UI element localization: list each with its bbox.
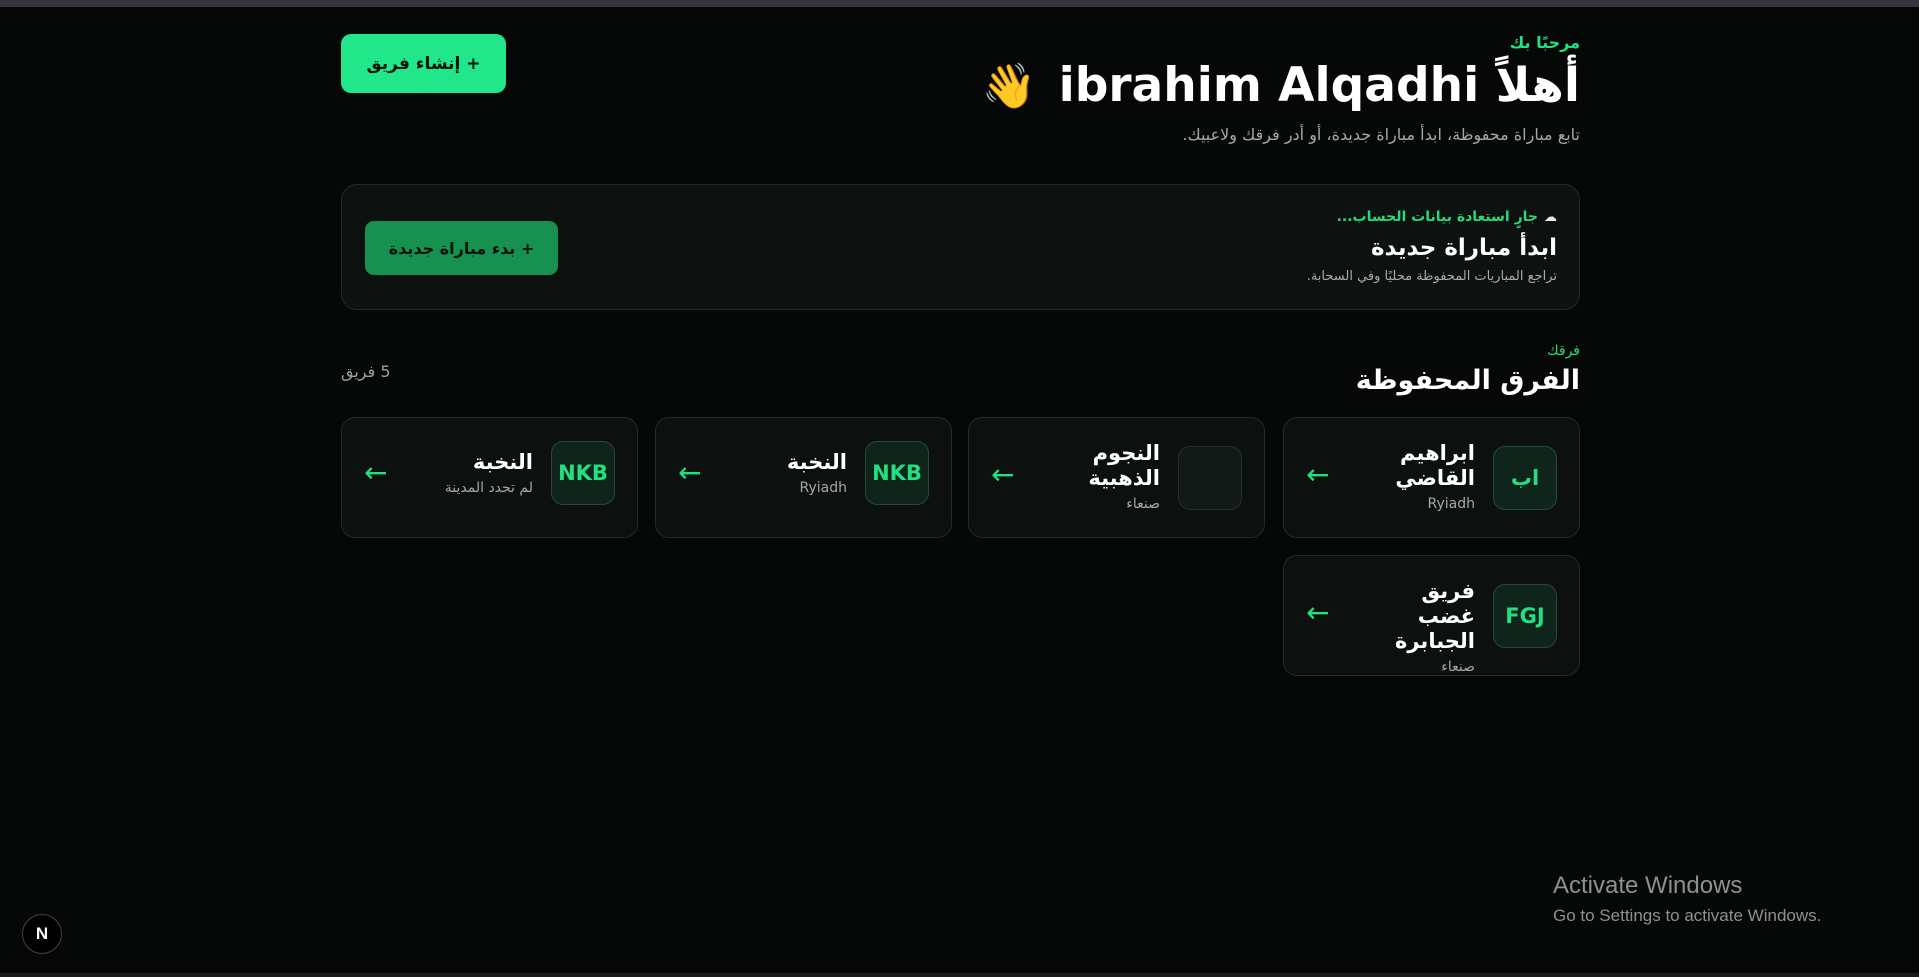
team-city: صنعاء [1441,659,1475,675]
team-info: النخبة لم تحدد المدينة [423,450,533,496]
teams-title: الفرق المحفوظة [1355,365,1580,396]
team-card[interactable]: اب ابراهيم القاضي Ryiadh ← [1283,417,1580,538]
watermark-title: Activate Windows [1553,872,1743,899]
restore-status: ☁ جارٍ استعادة بيانات الحساب... [1307,209,1557,225]
arrow-left-icon: ← [991,458,1015,491]
dev-tools-badge[interactable]: N [22,914,62,954]
team-badge [1178,446,1242,510]
arrow-left-icon: ← [1306,458,1330,491]
arrow-left-icon: ← [678,456,702,489]
team-badge: NKB [551,441,615,505]
team-card[interactable]: FGJ فريق غضب الجبابرة صنعاء ← [1283,555,1580,676]
team-name: النخبة [472,450,533,474]
arrow-left-icon: ← [1306,596,1330,629]
start-new-match-button[interactable]: + بدء مباراة جديدة [365,221,558,275]
team-card[interactable]: النجوم الذهبية صنعاء ← [968,417,1265,538]
team-city: لم تحدد المدينة [444,480,533,496]
team-badge: NKB [865,441,929,505]
team-city: صنعاء [1126,496,1160,512]
welcome-header: مرحبًا بك أهلاً ibrahim Alqadhi 👋 تابع م… [981,33,1580,144]
greeting-text: أهلاً ibrahim Alqadhi [1058,58,1580,113]
team-badge: اب [1493,446,1557,510]
greeting-title: أهلاً ibrahim Alqadhi 👋 [981,58,1580,115]
teams-eyebrow: فرقك [1547,343,1580,359]
arrow-left-icon: ← [364,456,388,489]
bottom-bar [0,973,1919,977]
create-team-button[interactable]: + إنشاء فريق [341,34,506,93]
team-name: فريق غضب الجبابرة [1394,579,1475,653]
new-match-texts: ☁ جارٍ استعادة بيانات الحساب... ابدأ مبار… [1307,209,1557,284]
new-match-card: ☁ جارٍ استعادة بيانات الحساب... ابدأ مبار… [341,184,1580,310]
welcome-eyebrow: مرحبًا بك [1509,33,1580,52]
team-info: النخبة Ryiadh [737,450,847,496]
team-city: Ryiadh [1427,496,1475,512]
team-card[interactable]: NKB النخبة Ryiadh ← [655,417,952,538]
teams-count: 5 فريق [341,362,391,381]
team-info: فريق غضب الجبابرة صنعاء [1365,579,1475,675]
team-card[interactable]: NKB النخبة لم تحدد المدينة ← [341,417,638,538]
new-match-subtitle: تراجع المباريات المحفوظة محليًا وفي السح… [1306,269,1557,284]
team-name: النجوم الذهبية [1088,441,1160,490]
team-name: ابراهيم القاضي [1395,441,1475,490]
activate-windows-watermark: Activate Windows Go to Settings to activ… [1553,872,1821,926]
team-name: النخبة [786,450,847,474]
restore-status-text: جارٍ استعادة بيانات الحساب... [1336,209,1538,225]
team-city: Ryiadh [799,480,847,496]
team-info: النجوم الذهبية صنعاء [1050,441,1160,512]
new-match-title: ابدأ مباراة جديدة [1370,235,1557,261]
wave-icon: 👋 [981,61,1037,112]
cloud-icon: ☁ [1544,210,1557,225]
teams-header: فرقك الفرق المحفوظة [1356,343,1580,396]
watermark-subtitle: Go to Settings to activate Windows. [1553,906,1822,925]
welcome-subtitle: تابع مباراة محفوظة، ابدأ مباراة جديدة، أ… [1182,125,1580,144]
team-badge: FGJ [1493,584,1557,648]
team-info: ابراهيم القاضي Ryiadh [1365,441,1475,512]
main-container: مرحبًا بك أهلاً ibrahim Alqadhi 👋 تابع م… [341,0,1580,700]
